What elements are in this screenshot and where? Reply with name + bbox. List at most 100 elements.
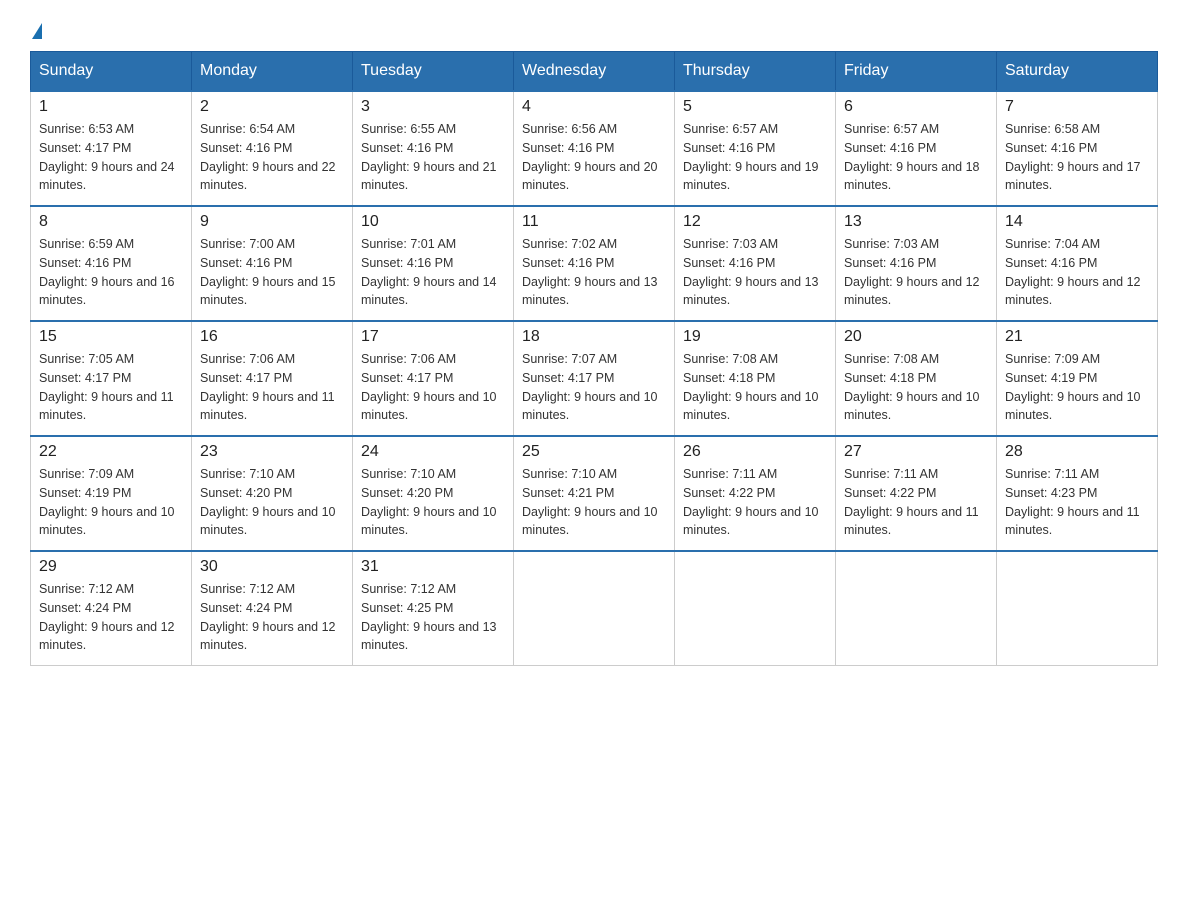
day-info: Sunrise: 6:57 AMSunset: 4:16 PMDaylight:… — [683, 122, 819, 192]
day-info: Sunrise: 7:03 AMSunset: 4:16 PMDaylight:… — [683, 237, 819, 307]
day-number: 8 — [39, 213, 183, 231]
day-number: 4 — [522, 98, 666, 116]
calendar-cell — [836, 551, 997, 666]
day-info: Sunrise: 6:53 AMSunset: 4:17 PMDaylight:… — [39, 122, 175, 192]
day-number: 10 — [361, 213, 505, 231]
day-number: 3 — [361, 98, 505, 116]
weekday-header-sunday: Sunday — [31, 52, 192, 92]
day-info: Sunrise: 7:01 AMSunset: 4:16 PMDaylight:… — [361, 237, 497, 307]
day-info: Sunrise: 7:11 AMSunset: 4:22 PMDaylight:… — [683, 467, 819, 537]
week-row-2: 8 Sunrise: 6:59 AMSunset: 4:16 PMDayligh… — [31, 206, 1158, 321]
day-info: Sunrise: 7:03 AMSunset: 4:16 PMDaylight:… — [844, 237, 980, 307]
calendar-cell: 31 Sunrise: 7:12 AMSunset: 4:25 PMDaylig… — [353, 551, 514, 666]
day-number: 16 — [200, 328, 344, 346]
logo-triangle-icon — [32, 23, 42, 39]
day-number: 13 — [844, 213, 988, 231]
day-info: Sunrise: 7:08 AMSunset: 4:18 PMDaylight:… — [683, 352, 819, 422]
day-number: 2 — [200, 98, 344, 116]
day-number: 1 — [39, 98, 183, 116]
day-number: 22 — [39, 443, 183, 461]
weekday-header-wednesday: Wednesday — [514, 52, 675, 92]
day-number: 19 — [683, 328, 827, 346]
calendar-cell: 16 Sunrise: 7:06 AMSunset: 4:17 PMDaylig… — [192, 321, 353, 436]
week-row-4: 22 Sunrise: 7:09 AMSunset: 4:19 PMDaylig… — [31, 436, 1158, 551]
day-info: Sunrise: 6:58 AMSunset: 4:16 PMDaylight:… — [1005, 122, 1141, 192]
calendar-cell: 27 Sunrise: 7:11 AMSunset: 4:22 PMDaylig… — [836, 436, 997, 551]
day-number: 17 — [361, 328, 505, 346]
calendar-cell: 15 Sunrise: 7:05 AMSunset: 4:17 PMDaylig… — [31, 321, 192, 436]
week-row-3: 15 Sunrise: 7:05 AMSunset: 4:17 PMDaylig… — [31, 321, 1158, 436]
page-header — [30, 20, 1158, 41]
calendar-cell: 20 Sunrise: 7:08 AMSunset: 4:18 PMDaylig… — [836, 321, 997, 436]
day-info: Sunrise: 7:09 AMSunset: 4:19 PMDaylight:… — [39, 467, 175, 537]
calendar-cell: 10 Sunrise: 7:01 AMSunset: 4:16 PMDaylig… — [353, 206, 514, 321]
day-number: 7 — [1005, 98, 1149, 116]
calendar-cell — [675, 551, 836, 666]
weekday-header-friday: Friday — [836, 52, 997, 92]
calendar-cell: 24 Sunrise: 7:10 AMSunset: 4:20 PMDaylig… — [353, 436, 514, 551]
day-number: 28 — [1005, 443, 1149, 461]
day-number: 25 — [522, 443, 666, 461]
day-number: 12 — [683, 213, 827, 231]
calendar-cell: 23 Sunrise: 7:10 AMSunset: 4:20 PMDaylig… — [192, 436, 353, 551]
calendar-cell: 19 Sunrise: 7:08 AMSunset: 4:18 PMDaylig… — [675, 321, 836, 436]
calendar-cell: 4 Sunrise: 6:56 AMSunset: 4:16 PMDayligh… — [514, 91, 675, 206]
calendar-cell: 18 Sunrise: 7:07 AMSunset: 4:17 PMDaylig… — [514, 321, 675, 436]
calendar-cell: 9 Sunrise: 7:00 AMSunset: 4:16 PMDayligh… — [192, 206, 353, 321]
day-info: Sunrise: 7:00 AMSunset: 4:16 PMDaylight:… — [200, 237, 336, 307]
weekday-header-row: SundayMondayTuesdayWednesdayThursdayFrid… — [31, 52, 1158, 92]
day-info: Sunrise: 7:10 AMSunset: 4:20 PMDaylight:… — [200, 467, 336, 537]
day-info: Sunrise: 7:02 AMSunset: 4:16 PMDaylight:… — [522, 237, 658, 307]
calendar-table: SundayMondayTuesdayWednesdayThursdayFrid… — [30, 51, 1158, 666]
day-info: Sunrise: 7:12 AMSunset: 4:24 PMDaylight:… — [200, 582, 336, 652]
day-number: 23 — [200, 443, 344, 461]
day-info: Sunrise: 7:05 AMSunset: 4:17 PMDaylight:… — [39, 352, 174, 422]
calendar-cell: 3 Sunrise: 6:55 AMSunset: 4:16 PMDayligh… — [353, 91, 514, 206]
day-number: 18 — [522, 328, 666, 346]
day-number: 24 — [361, 443, 505, 461]
day-info: Sunrise: 7:04 AMSunset: 4:16 PMDaylight:… — [1005, 237, 1141, 307]
calendar-cell: 6 Sunrise: 6:57 AMSunset: 4:16 PMDayligh… — [836, 91, 997, 206]
day-info: Sunrise: 6:56 AMSunset: 4:16 PMDaylight:… — [522, 122, 658, 192]
calendar-cell: 26 Sunrise: 7:11 AMSunset: 4:22 PMDaylig… — [675, 436, 836, 551]
day-info: Sunrise: 7:06 AMSunset: 4:17 PMDaylight:… — [200, 352, 335, 422]
calendar-cell: 1 Sunrise: 6:53 AMSunset: 4:17 PMDayligh… — [31, 91, 192, 206]
day-info: Sunrise: 7:11 AMSunset: 4:23 PMDaylight:… — [1005, 467, 1140, 537]
weekday-header-monday: Monday — [192, 52, 353, 92]
day-number: 26 — [683, 443, 827, 461]
calendar-cell: 17 Sunrise: 7:06 AMSunset: 4:17 PMDaylig… — [353, 321, 514, 436]
day-number: 29 — [39, 558, 183, 576]
day-info: Sunrise: 6:54 AMSunset: 4:16 PMDaylight:… — [200, 122, 336, 192]
day-info: Sunrise: 7:12 AMSunset: 4:25 PMDaylight:… — [361, 582, 497, 652]
day-info: Sunrise: 7:12 AMSunset: 4:24 PMDaylight:… — [39, 582, 175, 652]
day-number: 9 — [200, 213, 344, 231]
week-row-1: 1 Sunrise: 6:53 AMSunset: 4:17 PMDayligh… — [31, 91, 1158, 206]
calendar-cell: 25 Sunrise: 7:10 AMSunset: 4:21 PMDaylig… — [514, 436, 675, 551]
weekday-header-thursday: Thursday — [675, 52, 836, 92]
weekday-header-saturday: Saturday — [997, 52, 1158, 92]
logo — [30, 20, 42, 41]
week-row-5: 29 Sunrise: 7:12 AMSunset: 4:24 PMDaylig… — [31, 551, 1158, 666]
day-info: Sunrise: 6:57 AMSunset: 4:16 PMDaylight:… — [844, 122, 980, 192]
calendar-cell: 29 Sunrise: 7:12 AMSunset: 4:24 PMDaylig… — [31, 551, 192, 666]
calendar-cell: 21 Sunrise: 7:09 AMSunset: 4:19 PMDaylig… — [997, 321, 1158, 436]
calendar-cell: 14 Sunrise: 7:04 AMSunset: 4:16 PMDaylig… — [997, 206, 1158, 321]
day-info: Sunrise: 7:11 AMSunset: 4:22 PMDaylight:… — [844, 467, 979, 537]
day-info: Sunrise: 7:09 AMSunset: 4:19 PMDaylight:… — [1005, 352, 1141, 422]
day-number: 31 — [361, 558, 505, 576]
day-number: 20 — [844, 328, 988, 346]
day-info: Sunrise: 6:55 AMSunset: 4:16 PMDaylight:… — [361, 122, 497, 192]
calendar-cell: 12 Sunrise: 7:03 AMSunset: 4:16 PMDaylig… — [675, 206, 836, 321]
day-info: Sunrise: 7:06 AMSunset: 4:17 PMDaylight:… — [361, 352, 497, 422]
calendar-cell — [997, 551, 1158, 666]
day-number: 6 — [844, 98, 988, 116]
day-number: 15 — [39, 328, 183, 346]
day-info: Sunrise: 7:10 AMSunset: 4:21 PMDaylight:… — [522, 467, 658, 537]
day-number: 30 — [200, 558, 344, 576]
day-number: 14 — [1005, 213, 1149, 231]
day-info: Sunrise: 7:10 AMSunset: 4:20 PMDaylight:… — [361, 467, 497, 537]
day-number: 11 — [522, 213, 666, 231]
calendar-cell: 22 Sunrise: 7:09 AMSunset: 4:19 PMDaylig… — [31, 436, 192, 551]
day-info: Sunrise: 7:08 AMSunset: 4:18 PMDaylight:… — [844, 352, 980, 422]
calendar-cell: 30 Sunrise: 7:12 AMSunset: 4:24 PMDaylig… — [192, 551, 353, 666]
